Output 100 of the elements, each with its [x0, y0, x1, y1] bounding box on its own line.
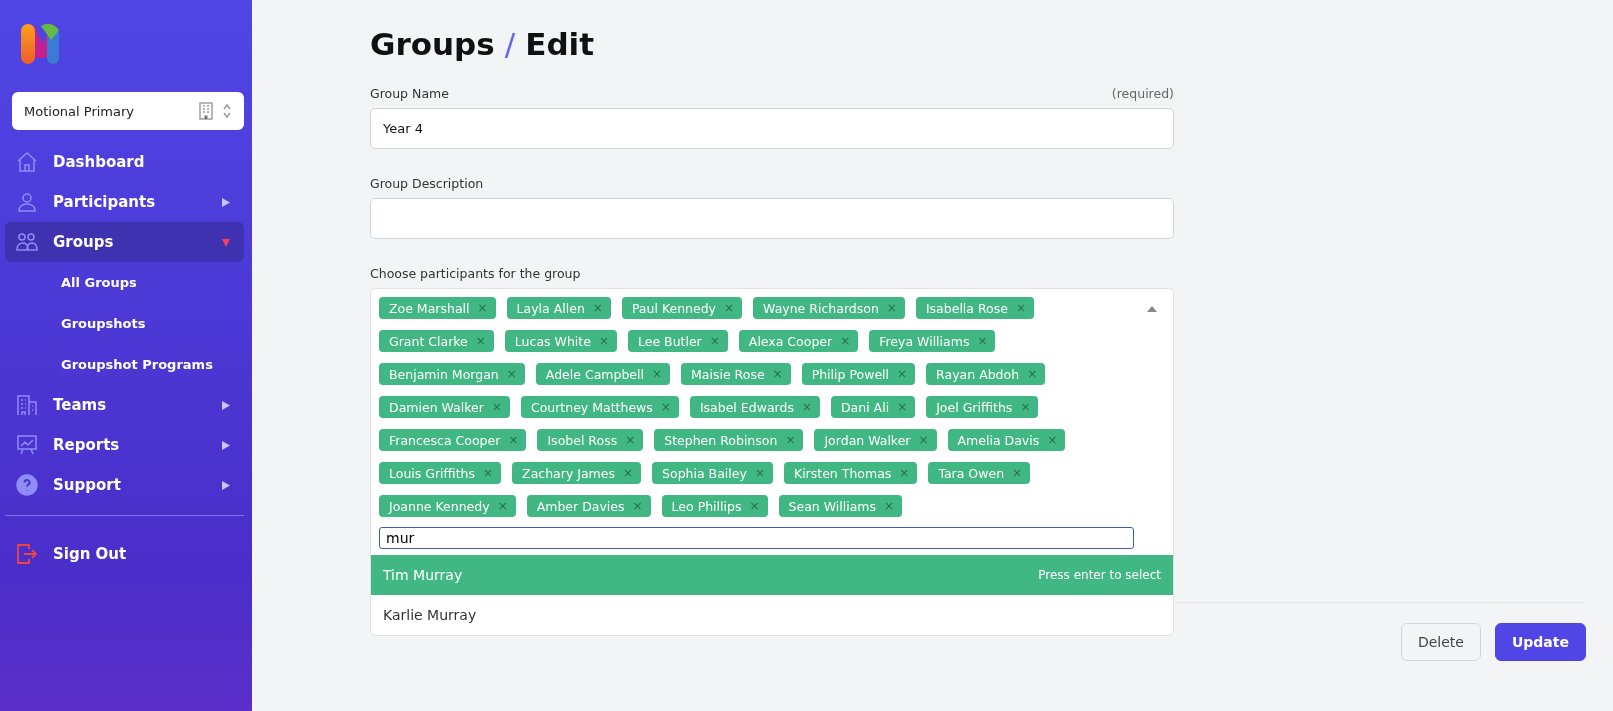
remove-tag-button[interactable]: × [1015, 301, 1026, 315]
sign-out-link[interactable]: Sign Out [5, 534, 244, 574]
remove-tag-button[interactable]: × [785, 433, 796, 447]
help-icon [15, 473, 39, 497]
remove-tag-button[interactable]: × [1027, 367, 1038, 381]
required-note: (required) [1111, 86, 1174, 101]
tag-label: Damien Walker [389, 399, 484, 415]
remove-tag-button[interactable]: × [899, 466, 910, 480]
remove-tag-button[interactable]: × [897, 400, 908, 414]
remove-tag-button[interactable]: × [497, 499, 508, 513]
remove-tag-button[interactable]: × [660, 400, 671, 414]
participant-multiselect[interactable] [370, 288, 1174, 636]
remove-tag-button[interactable]: × [1020, 400, 1031, 414]
remove-tag-button[interactable]: × [598, 334, 609, 348]
tag-label: Leo Phillips [671, 498, 742, 514]
group-name-field[interactable]: Year 4 [370, 108, 1174, 149]
caret-icon [222, 440, 230, 450]
tag-label: Tara Owen [938, 465, 1005, 481]
person-icon [15, 190, 39, 214]
remove-tag-button[interactable]: × [724, 301, 735, 315]
nav-item[interactable]: Groups [5, 222, 244, 262]
breadcrumb-separator: / [504, 26, 516, 62]
nav-subitem[interactable]: Groupshots [5, 303, 244, 344]
update-button[interactable]: Update [1494, 623, 1586, 661]
tag-label: Kirsten Thomas [793, 465, 892, 481]
remove-tag-button[interactable]: × [709, 334, 720, 348]
tag-label: Benjamin Morgan [389, 366, 499, 382]
nav-label: Support [53, 476, 122, 494]
remove-tag-button[interactable]: × [749, 499, 760, 513]
remove-tag-button[interactable]: × [475, 334, 486, 348]
field-label: Choose participants for the group [370, 266, 581, 281]
remove-tag-button[interactable]: × [623, 466, 634, 480]
remove-tag-button[interactable]: × [506, 367, 517, 381]
group-description-field[interactable] [370, 198, 1174, 239]
remove-tag-button[interactable]: × [897, 367, 908, 381]
remove-tag-button[interactable]: × [491, 400, 502, 414]
tag-label: Amber Davies [536, 498, 625, 514]
dropdown-option[interactable]: Karlie Murray [371, 595, 1173, 635]
caret-icon [222, 197, 230, 207]
caret-icon [222, 400, 230, 410]
remove-tag-button[interactable]: × [884, 499, 895, 513]
remove-tag-button[interactable]: × [977, 334, 988, 348]
caret-up-icon [1147, 306, 1157, 312]
nav-item[interactable]: Teams [5, 385, 244, 425]
participant-search-field[interactable]: mur [379, 527, 1134, 549]
remove-tag-button[interactable]: × [632, 499, 643, 513]
nav-label: Groups [53, 233, 115, 251]
remove-tag-button[interactable]: × [483, 466, 494, 480]
tag-label: Alexa Cooper [748, 333, 833, 349]
remove-tag-button[interactable]: × [477, 301, 488, 315]
breadcrumb-section[interactable]: Groups [370, 26, 495, 62]
tag-label: Lucas White [514, 333, 591, 349]
organisation-selector[interactable]: Motional Primary [12, 92, 244, 130]
remove-tag-button[interactable]: × [840, 334, 851, 348]
nav-subitem[interactable]: All Groups [5, 262, 244, 303]
tag-label: Francesca Cooper [389, 432, 501, 448]
tag-label: Sophia Bailey [662, 465, 747, 481]
tag-label: Wayne Richardson [763, 300, 879, 316]
remove-tag-button[interactable]: × [592, 301, 603, 315]
tag-label: Paul Kennedy [631, 300, 716, 316]
tag-label: Isobel Ross [547, 432, 618, 448]
page-title: Edit [525, 26, 594, 62]
chart-icon [15, 433, 39, 457]
nav-item[interactable]: Reports [5, 425, 244, 465]
tag-label: Jordan Walker [824, 432, 911, 448]
option-label: Karlie Murray [383, 607, 477, 623]
tag-label: Joel Griffiths [936, 399, 1013, 415]
tag-label: Isabella Rose [925, 300, 1008, 316]
nav-label: Teams [53, 396, 108, 414]
tag-label: Layla Allen [516, 300, 585, 316]
nav-item[interactable]: Support [5, 465, 244, 505]
dropdown-option[interactable]: Tim Murray Press enter to select [371, 555, 1173, 595]
tag-label: Zoe Marshall [389, 300, 470, 316]
remove-tag-button[interactable]: × [772, 367, 783, 381]
remove-tag-button[interactable]: × [508, 433, 519, 447]
nav-subitem[interactable]: Groupshot Programs [5, 344, 244, 385]
tag-label: Lee Butler [637, 333, 702, 349]
nav-item[interactable]: Participants [5, 182, 244, 222]
nav-label: Reports [53, 436, 121, 454]
remove-tag-button[interactable]: × [801, 400, 812, 414]
organisation-name: Motional Primary [24, 103, 136, 119]
caret-icon [222, 480, 230, 490]
tag-label: Isabel Edwards [699, 399, 794, 415]
building-icon [198, 102, 214, 120]
remove-tag-button[interactable]: × [886, 301, 897, 315]
sign-out-icon [15, 542, 39, 566]
tag-label: Grant Clarke [389, 333, 468, 349]
remove-tag-button[interactable]: × [652, 367, 663, 381]
remove-tag-button[interactable]: × [754, 466, 765, 480]
tag-label: Philip Powell [811, 366, 890, 382]
nav-item[interactable]: Dashboard [5, 142, 244, 182]
field-label: Group Description [370, 176, 484, 191]
remove-tag-button[interactable]: × [625, 433, 636, 447]
remove-tag-button[interactable]: × [918, 433, 929, 447]
tag-label: Freya Williams [879, 333, 970, 349]
remove-tag-button[interactable]: × [1047, 433, 1058, 447]
remove-tag-button[interactable]: × [1012, 466, 1023, 480]
delete-button[interactable]: Delete [1400, 623, 1481, 661]
field-label: Group Name [370, 86, 449, 101]
tag-label: Joanne Kennedy [389, 498, 490, 514]
